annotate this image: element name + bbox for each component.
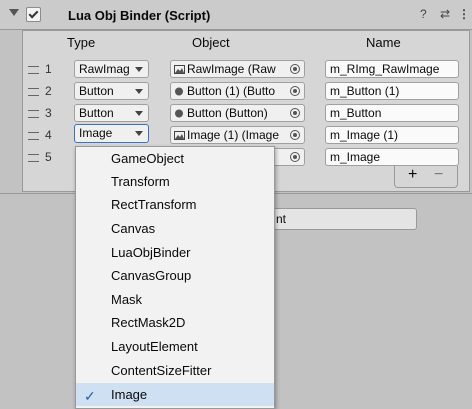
menu-item-layoutelement[interactable]: LayoutElement [76,335,274,358]
drag-handle-icon[interactable] [28,109,39,118]
help-icon[interactable]: ? [420,7,427,21]
menu-item-image[interactable]: ✓ Image [76,383,274,406]
name-field-1[interactable]: m_RImg_RawImage [325,60,459,78]
image-icon [174,65,185,74]
column-header-name: Name [366,35,401,50]
row-handle-1[interactable]: 1 [28,62,52,76]
object-field-4[interactable]: Image (1) (Image [170,126,305,144]
row-handle-2[interactable]: 2 [28,84,52,98]
type-dropdown-menu: GameObject Transform RectTransform Canva… [75,146,275,409]
menu-item-transform[interactable]: Transform [76,170,274,193]
type-dropdown-2[interactable]: Button [74,82,149,100]
type-dropdown-4[interactable]: Image [74,124,149,143]
row-handle-5[interactable]: 5 [28,150,52,164]
chevron-down-icon [135,111,143,116]
menu-item-canvasgroup[interactable]: CanvasGroup [76,264,274,287]
column-header-type: Type [67,35,96,50]
drag-handle-icon[interactable] [28,153,39,162]
type-dropdown-3[interactable]: Button [74,104,149,122]
object-field-2[interactable]: Button (1) (Butto [170,82,305,100]
name-field-4[interactable]: m_Image (1) [325,126,459,144]
object-picker-icon[interactable] [290,64,300,74]
checkmark-icon: ✓ [84,388,96,404]
drag-handle-icon[interactable] [28,65,39,74]
column-header-object: Object [192,35,230,50]
name-field-5[interactable]: m_Image [325,148,459,166]
chevron-down-icon [135,131,143,136]
menu-item-contentsizefitter[interactable]: ContentSizeFitter [76,359,274,382]
context-menu-icon[interactable]: ⋮ [458,7,470,21]
remove-element-button[interactable]: − [434,166,443,184]
object-picker-icon[interactable] [290,86,300,96]
image-icon [174,131,185,140]
menu-item-mask[interactable]: Mask [76,288,274,311]
name-field-2[interactable]: m_Button (1) [325,82,459,100]
bottom-button[interactable]: nt [267,208,417,230]
menu-item-canvas[interactable]: Canvas [76,217,274,240]
chevron-down-icon [135,89,143,94]
object-picker-icon[interactable] [290,108,300,118]
object-field-1[interactable]: RawImage (Raw [170,60,305,78]
row-handle-3[interactable]: 3 [28,106,52,120]
foldout-arrow-icon[interactable] [9,9,19,16]
gameobject-icon [175,109,183,118]
drag-handle-icon[interactable] [28,87,39,96]
object-field-3[interactable]: Button (Button) [170,104,305,122]
list-add-remove-controls: + − [394,166,458,188]
name-field-3[interactable]: m_Button [325,104,459,122]
menu-item-luaobjbinder[interactable]: LuaObjBinder [76,241,274,264]
menu-item-recttransform[interactable]: RectTransform [76,193,274,216]
enabled-checkbox[interactable] [26,7,41,22]
gameobject-icon [175,87,183,96]
menu-item-rectmask2d[interactable]: RectMask2D [76,311,274,334]
object-picker-icon[interactable] [290,130,300,140]
preset-icon[interactable]: ⇄ [440,7,450,21]
object-picker-icon[interactable] [290,152,300,162]
menu-item-gameobject[interactable]: GameObject [76,147,274,170]
type-dropdown-1[interactable]: RawImag [74,60,149,78]
component-header: Lua Obj Binder (Script) ? ⇄ ⋮ [0,0,472,30]
add-element-button[interactable]: + [408,166,417,184]
chevron-down-icon [135,67,143,72]
row-handle-4[interactable]: 4 [28,128,52,142]
drag-handle-icon[interactable] [28,131,39,140]
component-title: Lua Obj Binder (Script) [68,8,211,23]
